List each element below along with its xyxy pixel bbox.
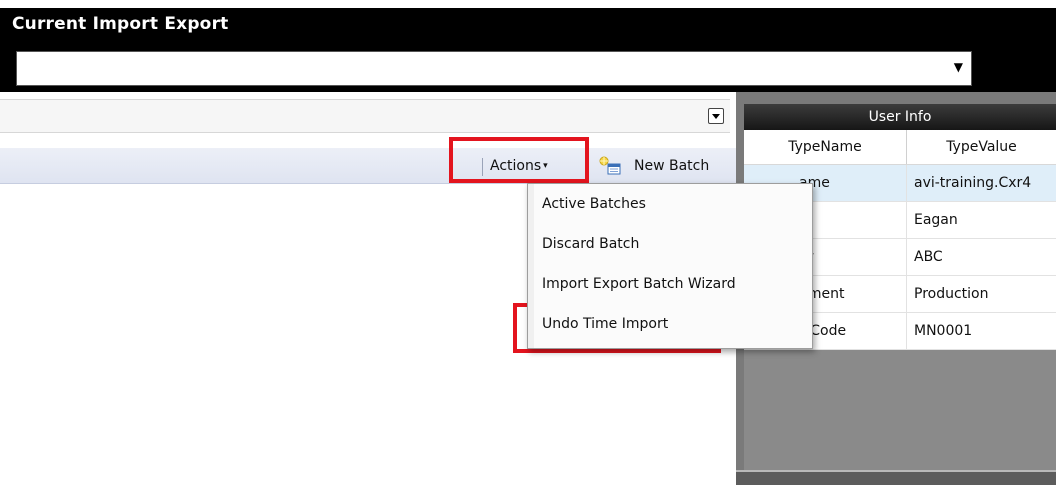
actions-dropdown-menu: Active Batches Discard Batch Import Expo… [527, 183, 813, 349]
menu-item-discard-batch[interactable]: Discard Batch [542, 232, 639, 256]
cell-typevalue: ABC [914, 249, 943, 265]
grid-header: TypeName TypeValue [744, 130, 1056, 165]
cell-typename: ame [799, 175, 830, 191]
column-header-typevalue[interactable]: TypeValue [907, 130, 1056, 164]
column-header-typename[interactable]: TypeName [744, 130, 906, 164]
cell-separator [906, 276, 907, 312]
user-info-title: User Info [744, 104, 1056, 130]
cell-typevalue: avi-training.Cxr4 [914, 175, 1032, 191]
page-title: Current Import Export [12, 14, 229, 34]
cell-typename: nment [799, 286, 845, 302]
menu-gutter [528, 184, 534, 348]
top-margin [0, 0, 1056, 8]
import-export-selector[interactable]: ▼ [16, 51, 972, 86]
cell-typename [799, 202, 899, 238]
cell-separator [906, 239, 907, 275]
cell-typename: rtCode [799, 323, 847, 339]
new-batch-icon[interactable] [598, 156, 622, 176]
menu-item-undo-time-import[interactable]: Undo Time Import [542, 312, 668, 336]
collapse-band [0, 99, 730, 133]
cell-separator [906, 202, 907, 238]
actions-highlight-box [449, 137, 589, 183]
collapse-toggle-button[interactable] [708, 108, 724, 124]
cell-typevalue: Production [914, 286, 989, 302]
cell-typevalue: MN0001 [914, 323, 973, 339]
cell-separator [906, 165, 907, 201]
batch-toolbar: Actions ▾ New Batch [0, 148, 736, 184]
cell-typevalue: Eagan [914, 212, 958, 228]
menu-item-import-export-batch-wizard[interactable]: Import Export Batch Wizard [542, 272, 736, 296]
cell-typename: er [799, 239, 899, 275]
chevron-down-icon[interactable]: ▼ [954, 60, 963, 74]
menu-item-active-batches[interactable]: Active Batches [542, 192, 646, 216]
cell-separator [906, 313, 907, 349]
dropdown-caret-icon [712, 114, 720, 119]
import-export-header: Current Import Export ▼ [0, 8, 1056, 92]
new-batch-button[interactable]: New Batch [634, 154, 709, 178]
